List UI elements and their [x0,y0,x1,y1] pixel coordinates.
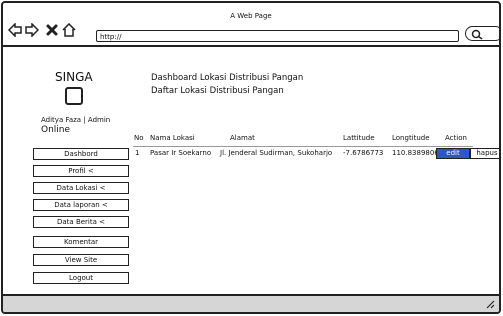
edit-button[interactable]: edit [436,148,470,159]
status-bar [3,294,499,312]
close-icon[interactable] [45,23,59,37]
sidebar-item-data-berita[interactable]: Data Berita < [33,216,129,228]
url-bar[interactable]: http:// [96,30,459,42]
user-status: Online [41,125,71,135]
column-header-no: No [134,134,144,142]
resize-grip-icon[interactable] [485,299,495,309]
browser-window: A Web Page http:// SINGA Aditya Faza | A… [1,1,501,314]
page-subtitle: Daftar Lokasi Distribusi Pangan [151,86,284,96]
cell-no: 1 [135,149,140,157]
sidebar-item-logout[interactable]: Logout [33,272,129,284]
column-header-nama-lokasi: Nama Lokasi [150,134,195,142]
browser-toolbar: A Web Page http:// [3,3,499,47]
window-title: A Web Page [230,12,272,20]
column-header-action: Action [445,134,467,142]
table-divider [133,146,473,147]
cell-lattitude: -7.6786773 [343,149,384,157]
column-header-alamat: Alamat [230,134,255,142]
user-name: Aditya Faza | Admin [41,116,111,124]
cell-longtitude: 110.8389806 [392,149,439,157]
sidebar-item-dashbord[interactable]: Dashbord [33,148,129,160]
home-icon[interactable] [62,23,76,37]
cell-alamat: Jl. Jenderal Sudirman, Sukoharjo [220,149,333,157]
cell-nama-lokasi: Pasar Ir Soekarno [150,149,212,157]
sidebar-item-komentar[interactable]: Komentar [33,236,129,248]
forward-arrow-icon[interactable] [25,23,39,37]
breadcrumb: Dashboard Lokasi Distribusi Pangan [151,73,304,83]
avatar [65,87,83,105]
search-button[interactable] [465,26,499,41]
back-arrow-icon[interactable] [8,23,22,37]
brand-title: SINGA [55,70,93,84]
column-header-longtitude: Longtitude [392,134,430,142]
sidebar-item-data-laporan[interactable]: Data laporan < [33,199,129,211]
hapus-button[interactable]: hapus [470,148,499,159]
sidebar-item-data-lokasi[interactable]: Data Lokasi < [33,182,129,194]
column-header-lattitude: Lattitude [343,134,375,142]
search-icon [471,29,483,40]
sidebar-item-profil[interactable]: Profil < [33,165,129,177]
sidebar-item-view-site[interactable]: View Site [33,254,129,266]
